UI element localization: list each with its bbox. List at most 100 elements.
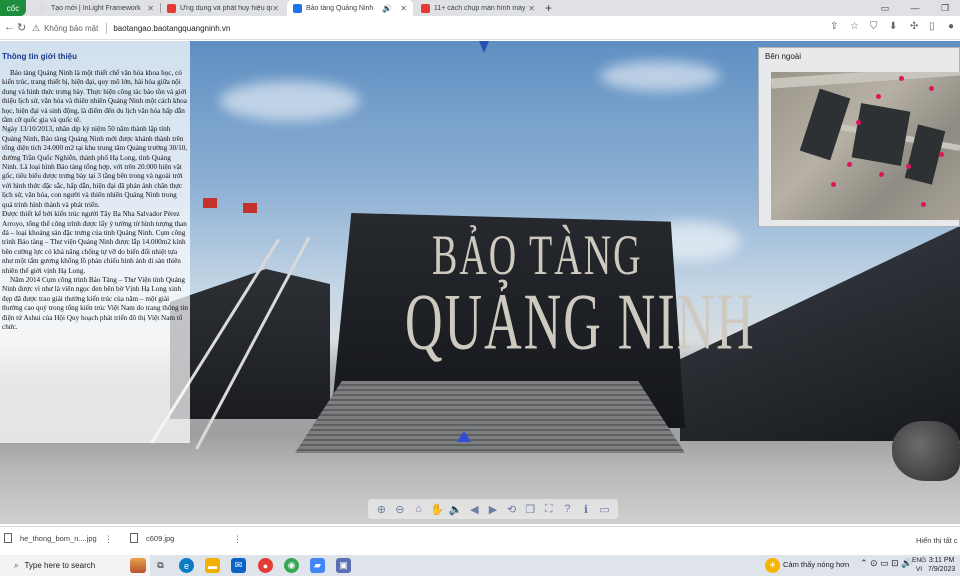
tab-1[interactable]: Tạo mới | InLight Framework ✕ bbox=[32, 0, 160, 16]
info-icon[interactable]: ℹ bbox=[578, 501, 594, 517]
map-building bbox=[851, 103, 911, 166]
more-icon[interactable]: ⋮ bbox=[104, 534, 113, 545]
restore-icon[interactable]: — bbox=[900, 0, 930, 16]
tab-2[interactable]: Ứng dụng và phát huy hiệu quả c ✕ bbox=[161, 0, 285, 16]
map-hotspot[interactable] bbox=[831, 182, 836, 187]
url-text[interactable]: baotangao.baotangquangninh.vn bbox=[113, 24, 230, 33]
arrow-right-icon[interactable]: ▶ bbox=[485, 501, 501, 517]
museum-sign-line2: QUẢNG NINH bbox=[405, 278, 756, 367]
info-panel-title: Thông tin giới thiệu bbox=[2, 52, 78, 61]
map-hotspot[interactable] bbox=[899, 76, 904, 81]
help-icon[interactable]: ? bbox=[559, 501, 575, 517]
window-icon[interactable]: ❐ bbox=[522, 501, 538, 517]
tab-favicon-icon bbox=[421, 3, 430, 13]
close-icon[interactable]: ✕ bbox=[147, 4, 154, 13]
tour-toolbar: ⊕ ⊖ ⌂ ✋ 🔈 ◀ ▶ ⟲ ❐ ⛶? ℹ ▭ bbox=[368, 499, 618, 519]
language-indicator[interactable]: ENG VI bbox=[912, 556, 926, 574]
tab-favicon-icon bbox=[293, 3, 302, 13]
rotate-icon[interactable]: ⟲ bbox=[504, 501, 520, 517]
more-icon[interactable]: ⋮ bbox=[233, 534, 242, 545]
close-icon[interactable]: ✕ bbox=[400, 4, 407, 13]
info-paragraph: Được thiết kế bởi kiến trúc người Tây Ba… bbox=[2, 210, 187, 275]
map-hotspot[interactable] bbox=[906, 164, 911, 169]
map-panel[interactable]: Bên ngoài bbox=[758, 47, 960, 227]
sidebar-icon[interactable]: ▯ bbox=[929, 21, 935, 32]
new-tab-button[interactable]: + bbox=[545, 1, 552, 15]
security-label[interactable]: Không bảo mật bbox=[44, 24, 98, 33]
file-icon bbox=[130, 533, 138, 543]
zoom-in-icon[interactable]: ⊕ bbox=[373, 501, 389, 517]
hand-icon[interactable]: ✋ bbox=[429, 501, 445, 517]
tray-icons[interactable]: ⌃ ⊙ ▭ ⊡ 🔊 bbox=[860, 558, 912, 569]
weather-icon[interactable]: ☀ bbox=[765, 558, 780, 573]
flag bbox=[203, 198, 217, 208]
info-panel: Thông tin giới thiệu Bảo tàng Quảng Ninh… bbox=[0, 41, 190, 443]
file-explorer-icon[interactable]: ▬ bbox=[205, 558, 220, 573]
tab-title: Ứng dụng và phát huy hiệu quả c bbox=[180, 4, 272, 12]
download-icon[interactable]: ⬇ bbox=[889, 21, 897, 32]
speaker-icon[interactable]: 🔊 bbox=[382, 4, 392, 13]
windows-taskbar: ⌕ Type here to search ⧉ e ▬ ✉ ● ◉ ▰ ▣ ☀ … bbox=[0, 555, 960, 576]
tab-bar: cốc Tạo mới | InLight Framework ✕ Ứng dụ… bbox=[0, 0, 960, 16]
info-paragraph: Năm 2014 Cụm công trình Bảo Tàng – Thư V… bbox=[2, 275, 188, 331]
download-item[interactable]: c609.jpg bbox=[130, 533, 174, 543]
flag bbox=[243, 203, 257, 213]
edge-icon[interactable]: e bbox=[179, 558, 194, 573]
sound-icon[interactable]: 🔈 bbox=[448, 501, 464, 517]
map-panel-title: Bên ngoài bbox=[765, 52, 802, 61]
map-hotspot[interactable] bbox=[921, 202, 926, 207]
map-hotspot[interactable] bbox=[939, 152, 944, 157]
map-hotspot[interactable] bbox=[929, 86, 934, 91]
search-placeholder: Type here to search bbox=[24, 561, 96, 570]
tab-4[interactable]: 11+ cách chụp màn hình máy tín ✕ bbox=[415, 0, 541, 16]
clock-time: 3:11 PM bbox=[928, 557, 955, 564]
tab-3-active[interactable]: Bảo tàng Quảng Ninh 🔊 ✕ bbox=[287, 0, 413, 16]
close-icon[interactable]: ✕ bbox=[272, 4, 279, 13]
taskbar-search[interactable]: ⌕ Type here to search bbox=[0, 555, 150, 576]
bookmark-star-icon[interactable]: ☆ bbox=[850, 21, 859, 32]
display-icon[interactable]: ▭ bbox=[597, 501, 613, 517]
chrome-icon[interactable]: ● bbox=[258, 558, 273, 573]
task-view-icon[interactable]: ⧉ bbox=[153, 558, 168, 573]
tab-title: Bảo tàng Quảng Ninh bbox=[306, 4, 374, 12]
panorama-viewer[interactable]: BẢO TÀNG QUẢNG NINH Thông tin giới thiệu… bbox=[0, 41, 960, 524]
close-icon[interactable]: ✕ bbox=[528, 4, 535, 13]
lang-primary: ENG bbox=[912, 557, 927, 564]
profile-icon[interactable]: ● bbox=[948, 21, 954, 32]
app-icon[interactable]: ▰ bbox=[310, 558, 325, 573]
tab-favicon-icon bbox=[167, 3, 176, 13]
extensions-icon[interactable]: ✣ bbox=[910, 21, 918, 32]
map-hotspot[interactable] bbox=[847, 162, 852, 167]
back-icon[interactable]: ← bbox=[4, 21, 15, 33]
downloads-bar: he_thong_bom_n....jpg ⋮ c609.jpg ⋮ Hiển … bbox=[0, 526, 960, 555]
reload-icon[interactable]: ↻ bbox=[17, 21, 26, 34]
address-bar[interactable]: ⚠ Không bảo mật baotangao.baotangquangni… bbox=[32, 19, 817, 37]
satellite-map[interactable] bbox=[771, 72, 960, 220]
weather-text[interactable]: Cảm thấy nóng hơn bbox=[783, 560, 849, 569]
download-item[interactable]: he_thong_bom_n....jpg bbox=[4, 533, 97, 543]
navigate-forward-icon[interactable] bbox=[457, 431, 471, 442]
map-hotspot[interactable] bbox=[876, 94, 881, 99]
zoom-out-icon[interactable]: ⊖ bbox=[392, 501, 408, 517]
share-icon[interactable]: ⇪ bbox=[830, 21, 838, 32]
shield-icon[interactable]: ⛉ bbox=[870, 21, 878, 32]
tab-title: 11+ cách chụp màn hình máy tín bbox=[434, 4, 529, 12]
app-icon[interactable]: ◉ bbox=[284, 558, 299, 573]
cloud bbox=[220, 81, 360, 121]
map-hotspot[interactable] bbox=[856, 120, 861, 125]
arrow-left-icon[interactable]: ◀ bbox=[466, 501, 482, 517]
tab-group-chip[interactable]: cốc bbox=[0, 0, 26, 16]
mail-icon[interactable]: ✉ bbox=[231, 558, 246, 573]
search-icon: ⌕ bbox=[14, 560, 19, 570]
map-hotspot[interactable] bbox=[879, 172, 884, 177]
warning-icon[interactable]: ⚠ bbox=[32, 23, 40, 34]
close-window-icon[interactable]: ❐ bbox=[930, 0, 960, 16]
show-all-downloads-link[interactable]: Hiển thị tất c bbox=[916, 536, 958, 545]
app-icon[interactable]: ▣ bbox=[336, 558, 351, 573]
tab-favicon-icon bbox=[38, 3, 47, 13]
minimize-icon[interactable]: ▭ bbox=[870, 0, 900, 16]
system-clock[interactable]: 3:11 PM 7/9/2023 bbox=[928, 556, 955, 574]
search-highlight-icon[interactable] bbox=[130, 558, 146, 573]
fullscreen-icon[interactable]: ⛶ bbox=[541, 501, 557, 517]
home-icon[interactable]: ⌂ bbox=[411, 501, 427, 517]
